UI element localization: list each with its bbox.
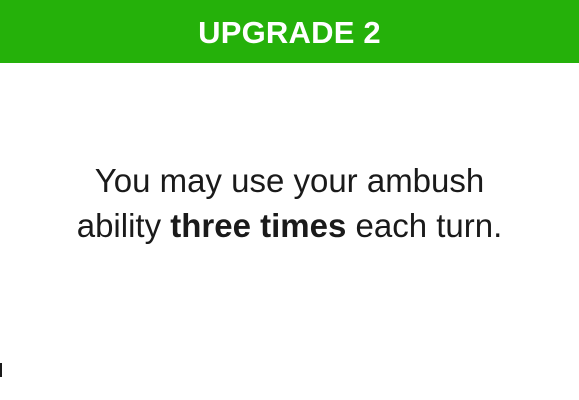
rules-text-suffix: each turn.	[346, 207, 503, 244]
rules-text-emphasis: three times	[170, 207, 347, 244]
card-title: UPGRADE 2	[198, 15, 381, 50]
card-rules-text: You may use your ambush ability three ti…	[0, 158, 579, 248]
rules-text-line-2: ability three times each turn.	[0, 203, 579, 248]
rules-text-prefix: ability	[76, 207, 171, 244]
card-header: UPGRADE 2	[0, 0, 579, 63]
rules-text-line-1: You may use your ambush	[94, 162, 485, 199]
cut-edge-mark	[0, 363, 2, 377]
